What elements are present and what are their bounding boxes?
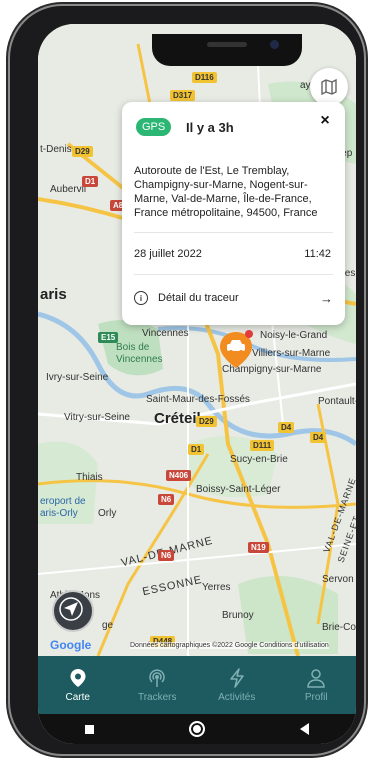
arrow-right-icon: → — [320, 290, 333, 306]
map-label-bois2: Vincennes — [116, 354, 163, 365]
map-label-orly1: eroport de — [40, 496, 86, 507]
road-shield: D4 — [310, 432, 327, 443]
map-label-bois: Bois de — [116, 342, 150, 353]
tab-trackers[interactable]: Trackers — [118, 656, 198, 714]
map-label-servon: Servon — [322, 574, 354, 585]
location-pin-icon — [70, 668, 86, 687]
vehicle-marker[interactable] — [218, 330, 254, 368]
car-pin-icon — [220, 330, 253, 368]
map-label-brunoy: Brunoy — [222, 610, 254, 621]
tab-label: Profil — [304, 691, 328, 703]
notch — [152, 34, 302, 66]
map-label-thiais: Thiais — [76, 472, 103, 483]
position-date: 28 juillet 2022 — [134, 248, 202, 260]
position-time: 11:42 — [304, 248, 331, 260]
map-label-ge: ge — [102, 620, 114, 631]
system-nav-bar — [38, 714, 356, 744]
map-label-saint-denis: t-Denis — [40, 144, 72, 155]
road-shield: N6 — [158, 550, 175, 561]
home-button[interactable] — [188, 721, 205, 737]
divider — [134, 274, 333, 275]
road-shield: D116 — [192, 72, 217, 83]
map-label-orly2: aris-Orly — [40, 508, 78, 519]
map-label-pontault: Pontault-C — [318, 396, 356, 407]
road-shield: N406 — [166, 470, 192, 481]
back-button[interactable] — [299, 723, 309, 735]
bottom-tab-bar: Carte Trackers Activités Profil — [38, 656, 356, 714]
map-label-vitry: Vitry-sur-Seine — [64, 412, 130, 423]
screen: t-Denis Aubervil aris Vincennes Bois de … — [38, 24, 356, 744]
phone-frame: t-Denis Aubervil aris Vincennes Bois de … — [10, 6, 364, 754]
time-ago: Il y a 3h — [186, 120, 234, 135]
road-shield: D111 — [250, 440, 275, 451]
person-icon — [307, 668, 326, 688]
camera — [270, 40, 279, 49]
tab-label: Activités — [218, 691, 256, 703]
road-shield: D1 — [82, 176, 99, 187]
map-label-noisy: Noisy-le-Grand — [260, 330, 328, 341]
road-shield: D1 — [188, 444, 205, 455]
road-shield: N6 — [158, 494, 175, 505]
map-label-villiers: Villiers-sur-Marne — [252, 348, 331, 359]
map-label-yerres: Yerres — [202, 582, 231, 593]
google-logo: Google — [50, 638, 92, 652]
close-icon[interactable]: × — [315, 112, 335, 132]
tracker-detail-label: Détail du traceur — [158, 292, 239, 304]
map-label-ivry: Ivry-sur-Seine — [46, 372, 109, 383]
lightning-icon — [230, 667, 244, 688]
road-shield: D29 — [196, 416, 217, 427]
tab-carte[interactable]: Carte — [38, 656, 118, 714]
map-label-aubervilliers: Aubervil — [50, 184, 87, 195]
divider — [134, 232, 333, 233]
tracker-detail-link[interactable]: i Détail du traceur → — [134, 287, 333, 309]
map-credit[interactable]: Données cartographiques ©2022 Google Con… — [130, 642, 329, 649]
recents-button[interactable] — [85, 724, 95, 734]
map-label-vincennes: Vincennes — [142, 328, 189, 339]
map-label-orly: Orly — [98, 508, 117, 519]
speaker — [207, 42, 247, 47]
broadcast-icon — [149, 668, 165, 687]
road-shield: N19 — [248, 542, 269, 553]
road-shield: E15 — [98, 332, 119, 343]
map-label-paris: aris — [40, 286, 67, 303]
navigation-arrow-icon — [59, 597, 83, 621]
map-label-boissy: Boissy-Saint-Léger — [196, 484, 281, 495]
road-shield: D317 — [170, 90, 196, 101]
map-label-brie-comte: Brie-Comt — [322, 622, 356, 633]
map-label-sucy: Sucy-en-Brie — [230, 454, 288, 465]
road-shield: D4 — [278, 422, 295, 433]
tab-label: Trackers — [137, 691, 177, 703]
address-text: Autoroute de l'Est, Le Tremblay, Champig… — [134, 165, 318, 219]
map-label-creteil: Créteil — [154, 410, 201, 427]
tracker-popup: GPS Il y a 3h × Autoroute de l'Est, Le T… — [122, 102, 345, 325]
map-layers-button[interactable] — [310, 68, 348, 106]
map-label-saint-maur: Saint-Maur-des-Fossés — [146, 394, 250, 405]
gps-badge: GPS — [136, 118, 172, 136]
tab-profil[interactable]: Profil — [277, 656, 357, 714]
info-icon: i — [134, 291, 148, 305]
road-shield: D29 — [72, 146, 93, 157]
recenter-button[interactable] — [52, 590, 94, 632]
tab-label: Carte — [65, 691, 90, 703]
tab-activites[interactable]: Activités — [197, 656, 277, 714]
map-icon — [321, 79, 337, 95]
